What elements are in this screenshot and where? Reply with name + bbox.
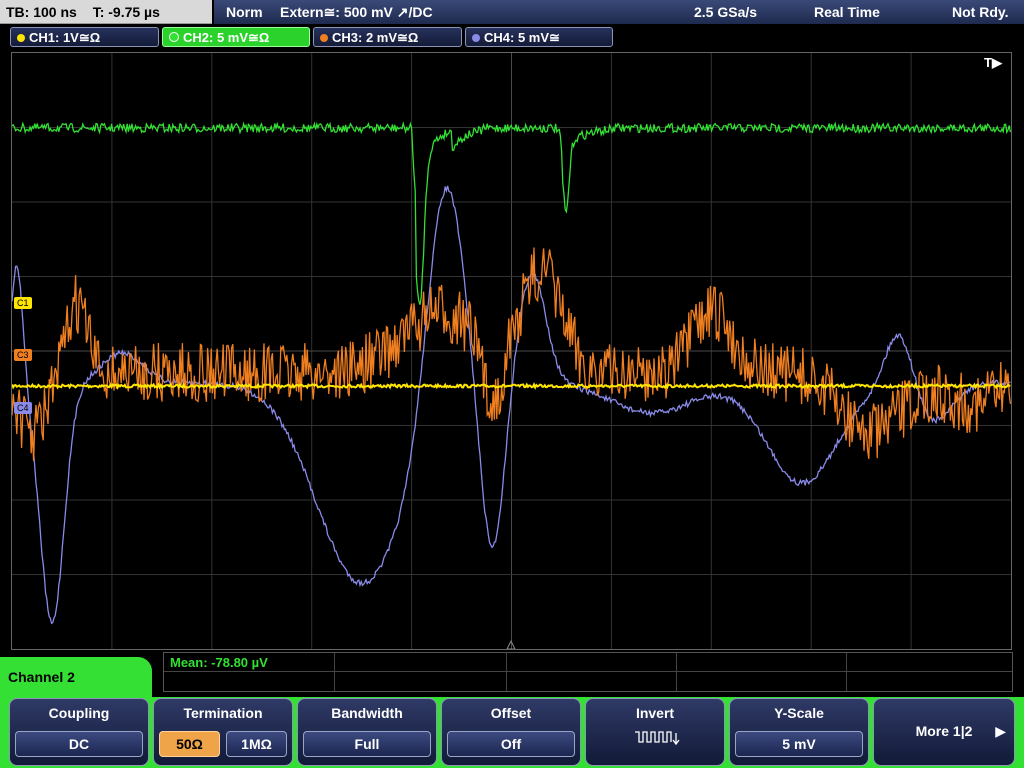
- bandwidth-value[interactable]: Full: [303, 731, 431, 757]
- meas-divider: [164, 671, 1012, 672]
- coupling-label: Coupling: [48, 705, 110, 721]
- tab-ch2[interactable]: CH2: 5 mV≅Ω: [162, 27, 310, 47]
- ch3-offset-marker[interactable]: C3: [14, 349, 32, 361]
- ch2-label: CH2: 5 mV≅Ω: [183, 30, 270, 45]
- trigger-source: Extern≅: 500 mV ↗/DC: [280, 4, 433, 20]
- offset-value[interactable]: Off: [447, 731, 575, 757]
- ch2-color-dot: [169, 32, 179, 42]
- bandwidth-button[interactable]: Bandwidth Full: [297, 698, 437, 766]
- ch4-offset-marker[interactable]: C4: [14, 402, 32, 414]
- bandwidth-label: Bandwidth: [331, 705, 403, 721]
- waveform-display[interactable]: T▶ C1 C3 C4: [11, 52, 1012, 650]
- meas-divider: [334, 653, 335, 691]
- termination-50-option[interactable]: 50Ω: [159, 731, 220, 757]
- ch4-color-dot: [472, 34, 480, 42]
- inverted-square-wave-icon: [635, 731, 680, 746]
- ch4-label: CH4: 5 mV≅: [484, 30, 560, 45]
- ch3-label: CH3: 2 mV≅Ω: [332, 30, 419, 45]
- timebase-status[interactable]: TB: 100 ns T: -9.75 µs: [0, 0, 212, 24]
- trigger-level-marker: T▶: [984, 55, 1003, 70]
- channel-menu-title: Channel 2: [0, 657, 152, 697]
- yscale-value[interactable]: 5 mV: [735, 731, 863, 757]
- termination-1m-option[interactable]: 1MΩ: [226, 731, 287, 757]
- offset-button[interactable]: Offset Off: [441, 698, 581, 766]
- acquisition-status-bar[interactable]: Norm Extern≅: 500 mV ↗/DC 2.5 GSa/s Real…: [214, 0, 1024, 24]
- more-label: More 1|2: [915, 723, 973, 739]
- meas-divider: [846, 653, 847, 691]
- yscale-label: Y-Scale: [774, 705, 824, 721]
- trigger-time-value: T: -9.75 µs: [92, 4, 160, 20]
- ch3-color-dot: [320, 34, 328, 42]
- ch1-offset-marker[interactable]: C1: [14, 297, 32, 309]
- measurement-panel: Mean: -78.80 µV: [163, 652, 1013, 692]
- acquisition-state: Not Rdy.: [952, 4, 1009, 20]
- meas-divider: [676, 653, 677, 691]
- trigger-mode: Norm: [226, 4, 263, 20]
- timebase-value: TB: 100 ns: [6, 4, 77, 20]
- termination-label: Termination: [183, 705, 263, 721]
- ch1-color-dot: [17, 34, 25, 42]
- acquisition-mode: Real Time: [814, 4, 880, 20]
- coupling-value[interactable]: DC: [15, 731, 143, 757]
- graticule: [12, 53, 1011, 649]
- ch1-label: CH1: 1V≅Ω: [29, 30, 101, 45]
- yscale-button[interactable]: Y-Scale 5 mV: [729, 698, 869, 766]
- tab-ch4[interactable]: CH4: 5 mV≅: [465, 27, 613, 47]
- waveform-canvas: T▶: [12, 53, 1011, 649]
- meas-divider: [506, 653, 507, 691]
- channel-tab-row: CH1: 1V≅Ω CH2: 5 mV≅Ω CH3: 2 mV≅Ω CH4: 5…: [0, 26, 1024, 48]
- invert-button[interactable]: Invert: [585, 698, 725, 766]
- more-button[interactable]: More 1|2 ▶: [873, 698, 1015, 766]
- offset-label: Offset: [490, 705, 532, 721]
- invert-label: Invert: [635, 705, 675, 721]
- termination-button[interactable]: Termination 50Ω 1MΩ: [153, 698, 293, 766]
- coupling-button[interactable]: Coupling DC: [9, 698, 149, 766]
- sample-rate: 2.5 GSa/s: [694, 4, 758, 20]
- more-arrow-icon: ▶: [995, 723, 1006, 739]
- tab-ch1[interactable]: CH1: 1V≅Ω: [10, 27, 159, 47]
- mean-measurement: Mean: -78.80 µV: [170, 655, 268, 670]
- tab-ch3[interactable]: CH3: 2 mV≅Ω: [313, 27, 462, 47]
